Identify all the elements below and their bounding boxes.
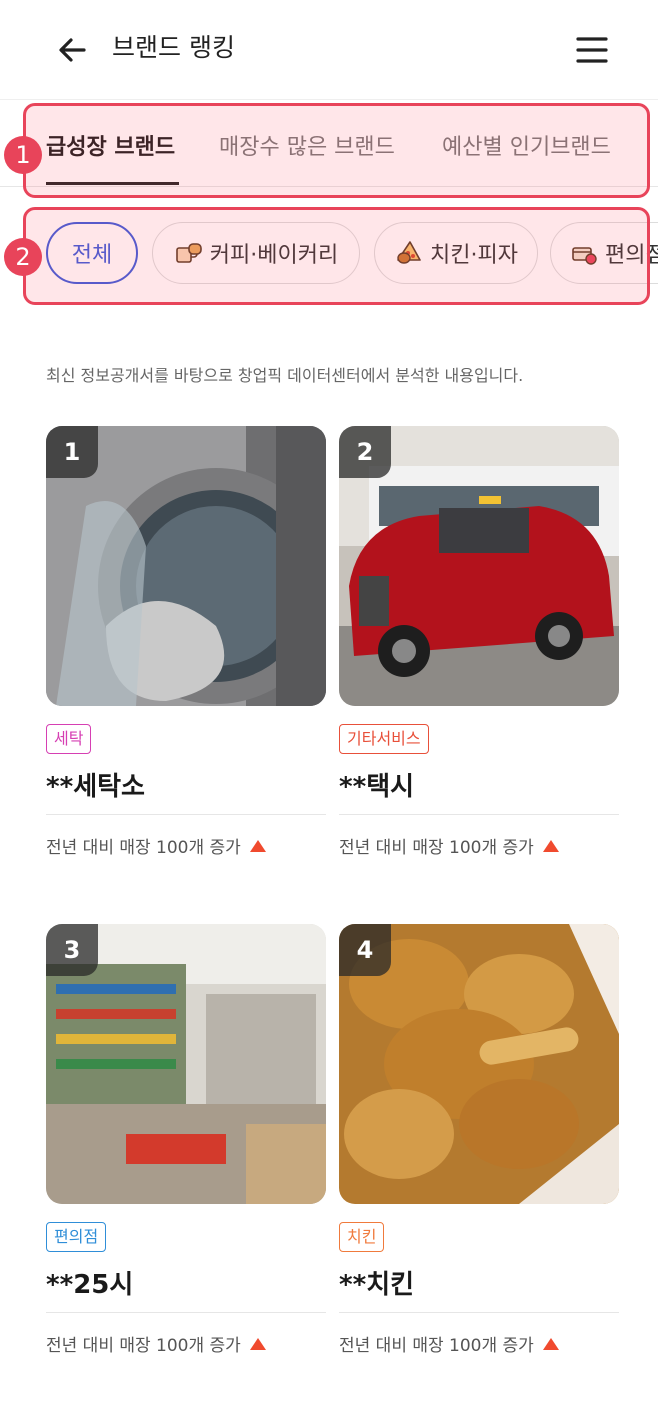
card-divider — [46, 1312, 326, 1313]
annotation-marker-2: 2 — [4, 238, 42, 276]
brand-name[interactable]: **치킨 — [339, 1264, 414, 1301]
brand-name[interactable]: **세탁소 — [46, 766, 145, 803]
triangle-up-icon — [542, 1337, 559, 1350]
brand-image-convenience[interactable]: 3 — [46, 924, 326, 1204]
store-growth-stat: 전년 대비 매장 100개 증가 — [339, 833, 560, 858]
triangle-up-icon — [249, 1337, 266, 1350]
data-source-note: 최신 정보공개서를 바탕으로 창업픽 데이터센터에서 분석한 내용입니다. — [46, 366, 524, 385]
hamburger-menu-icon — [576, 37, 608, 63]
stat-text: 전년 대비 매장 100개 증가 — [339, 838, 534, 858]
annotation-marker-1: 1 — [4, 136, 42, 174]
category-badge: 기타서비스 — [339, 724, 429, 754]
back-button[interactable] — [52, 30, 92, 70]
rank-badge: 4 — [339, 924, 391, 976]
stat-text: 전년 대비 매장 100개 증가 — [46, 1336, 241, 1356]
card-divider — [339, 1312, 619, 1313]
brand-image-taxi[interactable]: 2 — [339, 426, 619, 706]
page-title: 브랜드 랭킹 — [112, 33, 235, 62]
menu-button[interactable] — [572, 32, 612, 68]
brand-name[interactable]: **25시 — [46, 1264, 133, 1301]
stat-text: 전년 대비 매장 100개 증가 — [46, 838, 241, 858]
stat-text: 전년 대비 매장 100개 증가 — [339, 1336, 534, 1356]
app-header: 브랜드 랭킹 — [0, 0, 658, 98]
annotation-box-chips — [23, 207, 650, 305]
card-divider — [46, 814, 326, 815]
header-divider — [0, 99, 658, 100]
store-growth-stat: 전년 대비 매장 100개 증가 — [339, 1331, 560, 1356]
category-badge: 편의점 — [46, 1222, 107, 1252]
card-divider — [339, 814, 619, 815]
arrow-left-icon — [59, 38, 86, 62]
triangle-up-icon — [542, 839, 559, 852]
annotation-box-tabs — [23, 103, 650, 198]
store-growth-stat: 전년 대비 매장 100개 증가 — [46, 1331, 267, 1356]
rank-badge: 3 — [46, 924, 98, 976]
category-badge: 치킨 — [339, 1222, 385, 1252]
store-growth-stat: 전년 대비 매장 100개 증가 — [46, 833, 267, 858]
brand-image-chicken[interactable]: 4 — [339, 924, 619, 1204]
brand-image-laundry[interactable]: 1 — [46, 426, 326, 706]
rank-badge: 1 — [46, 426, 98, 478]
rank-badge: 2 — [339, 426, 391, 478]
category-badge: 세탁 — [46, 724, 92, 754]
brand-name[interactable]: **택시 — [339, 766, 414, 803]
triangle-up-icon — [249, 839, 266, 852]
